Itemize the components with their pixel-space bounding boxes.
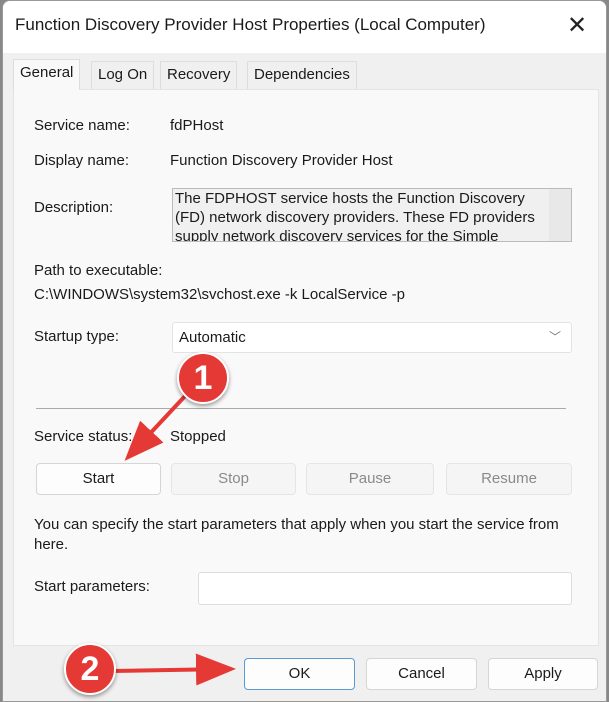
step-2-badge: 2 [64, 643, 116, 695]
annotation-arrows [109, 393, 236, 686]
tab-general[interactable]: General [13, 59, 81, 90]
arrow-to-ok [109, 653, 236, 686]
arrow-to-start [124, 393, 188, 461]
step-1-badge: 1 [177, 352, 229, 404]
